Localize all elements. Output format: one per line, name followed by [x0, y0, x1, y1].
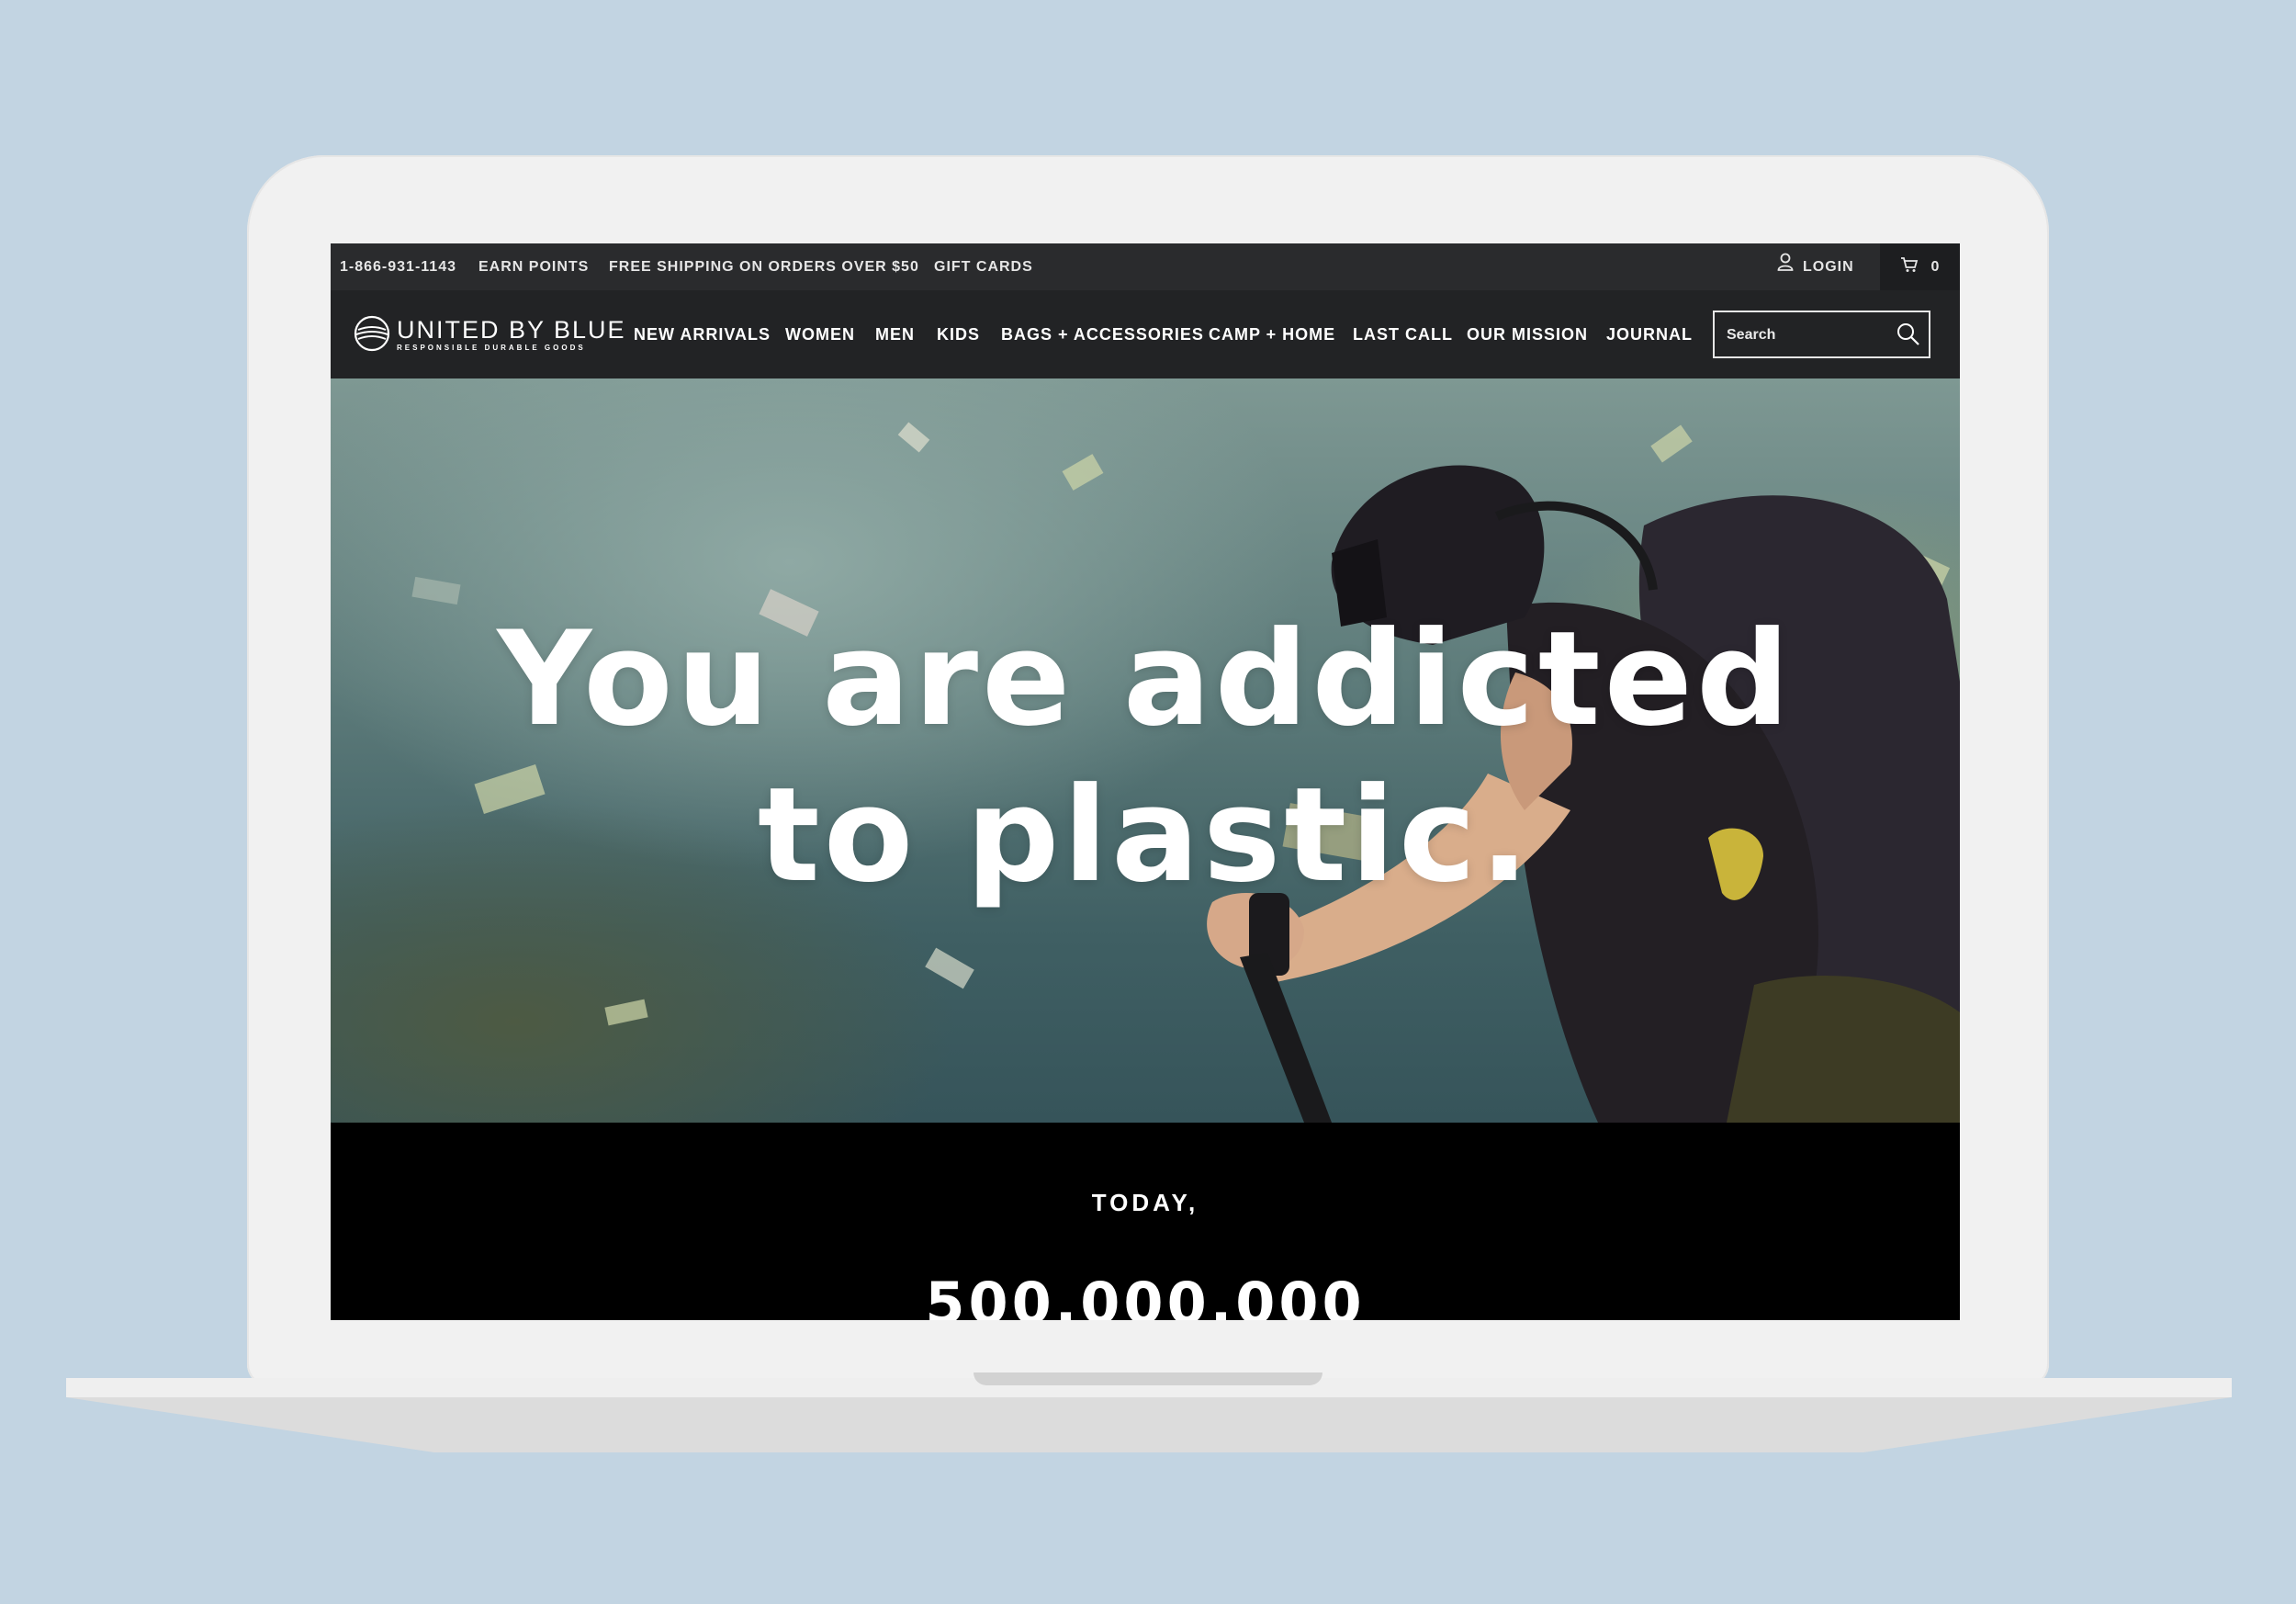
main-navigation: UNITED BY BLUE RESPONSIBLE DURABLE GOODS…	[331, 290, 1960, 378]
brand-name: UNITED BY BLUE	[397, 316, 626, 344]
cart-count: 0	[1930, 258, 1941, 275]
cart-icon	[1900, 256, 1919, 277]
brand-tagline: RESPONSIBLE DURABLE GOODS	[397, 344, 586, 352]
nav-camp-home[interactable]: CAMP + HOME	[1209, 290, 1335, 378]
stats-label: TODAY,	[1091, 1189, 1199, 1216]
nav-new-arrivals[interactable]: NEW ARRIVALS	[634, 290, 771, 378]
brand-logo[interactable]: UNITED BY BLUE RESPONSIBLE DURABLE GOODS	[353, 311, 626, 360]
nav-men[interactable]: MEN	[875, 290, 915, 378]
free-shipping-link[interactable]: FREE SHIPPING ON ORDERS OVER $50	[609, 243, 919, 290]
gift-cards-link[interactable]: GIFT CARDS	[934, 243, 1033, 290]
hero-headline: You are addicted to plastic.	[331, 602, 1960, 914]
nav-kids[interactable]: KIDS	[937, 290, 980, 378]
hero-banner: You are addicted to plastic.	[331, 378, 1960, 1123]
stats-number: 500,000,000	[925, 1270, 1366, 1320]
laptop-notch	[974, 1372, 1322, 1385]
nav-last-call[interactable]: LAST CALL	[1353, 290, 1453, 378]
phone-link[interactable]: 1-866-931-1143	[340, 243, 456, 290]
login-link[interactable]: LOGIN	[1777, 243, 1854, 290]
website-screen: 1-866-931-1143 EARN POINTS FREE SHIPPING…	[331, 243, 1960, 1320]
search-input[interactable]	[1715, 312, 1903, 358]
stats-section: TODAY, 500,000,000	[331, 1123, 1960, 1320]
laptop-base-edge	[66, 1397, 2232, 1452]
earn-points-link[interactable]: EARN POINTS	[478, 243, 589, 290]
cart-button[interactable]: 0	[1880, 243, 1960, 290]
nav-women[interactable]: WOMEN	[785, 290, 855, 378]
hero-headline-line-2: to plastic.	[757, 760, 1534, 911]
utility-bar: 1-866-931-1143 EARN POINTS FREE SHIPPING…	[331, 243, 1960, 290]
hero-headline-line-1: You are addicted	[497, 604, 1794, 755]
search-icon[interactable]	[1896, 322, 1921, 347]
login-label: LOGIN	[1803, 259, 1854, 275]
nav-our-mission[interactable]: OUR MISSION	[1467, 290, 1588, 378]
search-form	[1713, 311, 1930, 358]
user-icon	[1777, 243, 1794, 290]
nav-bags-accessories[interactable]: BAGS + ACCESSORIES	[1001, 290, 1204, 378]
nav-journal[interactable]: JOURNAL	[1606, 290, 1693, 378]
globe-logo-icon	[353, 314, 391, 357]
